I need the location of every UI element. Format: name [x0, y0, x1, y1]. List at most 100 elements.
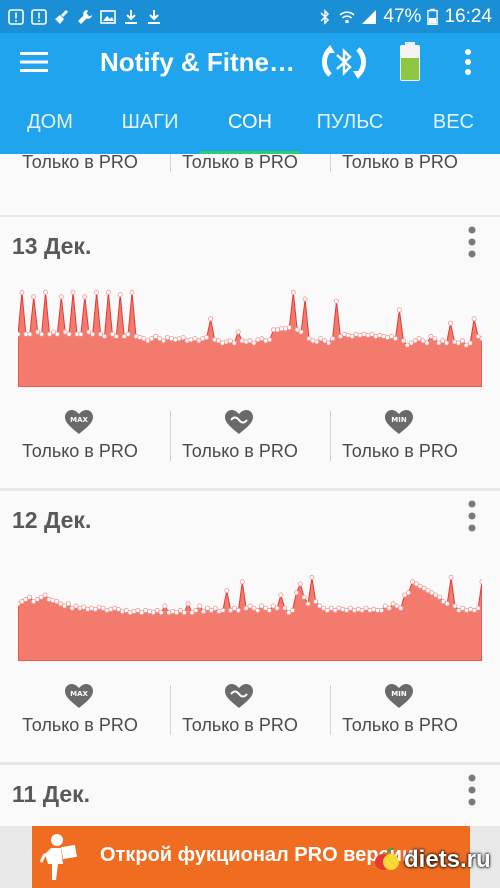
tab-heart-rate[interactable]: ПУЛЬС	[300, 91, 400, 154]
stat-min: MIN Только в PRO	[320, 677, 480, 753]
chart-point	[117, 292, 123, 298]
chart-point	[102, 333, 108, 339]
chart-point	[243, 605, 249, 611]
chart-point	[42, 592, 48, 598]
menu-button[interactable]	[0, 33, 68, 91]
signal-icon	[362, 9, 377, 24]
chart-point	[420, 338, 426, 344]
chart-point	[149, 336, 155, 342]
notification-alert-icon	[8, 8, 24, 25]
chart-point	[177, 607, 183, 613]
chart-point	[475, 333, 481, 339]
chart-area	[18, 577, 482, 661]
chart-point	[317, 603, 323, 609]
chart-point	[282, 605, 288, 611]
chart-point	[46, 331, 52, 337]
chart-point	[337, 333, 343, 339]
heart-min-text: MIN	[391, 690, 407, 698]
chart-point	[386, 605, 392, 611]
pro-only-label: Только в PRO	[22, 154, 138, 172]
chart-point	[297, 581, 303, 587]
person-carrying-box-icon	[40, 834, 77, 880]
chart-point	[18, 331, 21, 337]
card-date: 11 Дек.	[12, 781, 91, 807]
stat-max: MAX Только в PRO	[0, 403, 160, 479]
tab-steps[interactable]: ШАГИ	[100, 91, 200, 154]
bluetooth-sync-button[interactable]	[318, 41, 370, 83]
chart-point	[94, 289, 100, 295]
chart-point	[479, 336, 482, 342]
chart-point	[471, 316, 477, 322]
heart-min-text: MIN	[391, 416, 407, 424]
day-card: 13 Дек. MAX Только в PRO Только в PRO MI…	[0, 217, 500, 488]
chart-point	[78, 331, 84, 337]
download-icon	[148, 9, 160, 24]
chart-point	[189, 610, 195, 616]
chart-point	[153, 333, 159, 339]
card-more-icon[interactable]	[463, 499, 481, 533]
chart-point	[330, 336, 336, 342]
chart-point	[193, 607, 199, 613]
chart-point	[196, 338, 202, 344]
chart-point	[416, 336, 422, 342]
stat-max: Только в PRO	[0, 154, 160, 190]
pro-only-label: Только в PRO	[22, 715, 138, 735]
chart-point	[433, 592, 439, 598]
chart-point	[208, 316, 214, 322]
chart-point	[113, 333, 119, 339]
chart-point	[259, 336, 265, 342]
overflow-menu-icon[interactable]	[458, 47, 478, 77]
watermark-text: diets.ru	[404, 846, 491, 873]
chart-point	[19, 289, 25, 295]
chart-point	[405, 590, 411, 596]
pro-only-label: Только в PRO	[342, 154, 458, 172]
chart-point	[212, 605, 218, 611]
chart-point	[247, 603, 253, 609]
chart-point	[424, 340, 430, 346]
stat-min: Только в PRO	[320, 154, 480, 190]
card-date: 13 Дек.	[12, 233, 92, 259]
chart-point	[227, 338, 233, 344]
tab-sleep[interactable]: СОН	[200, 91, 300, 154]
stat-avg: Только в PRO	[160, 403, 320, 479]
card-more-icon[interactable]	[463, 225, 481, 259]
chart-point	[306, 336, 312, 342]
card-more-icon[interactable]	[463, 773, 481, 807]
app-bar: Notify & Fitne…	[0, 33, 500, 91]
chart-point	[432, 336, 438, 342]
tab-home[interactable]: ДОМ	[0, 91, 100, 154]
chart-point	[289, 607, 295, 613]
chart-point	[157, 336, 163, 342]
chart-point	[255, 607, 261, 613]
chart-point	[463, 342, 469, 348]
wifi-icon	[339, 10, 355, 23]
chart-point	[105, 289, 111, 295]
chart-point	[220, 607, 226, 613]
chart-point	[479, 579, 482, 585]
chart-point	[116, 606, 122, 612]
chart-point	[23, 596, 29, 602]
chart-point	[204, 335, 210, 341]
chart-point	[400, 338, 406, 344]
chart-point	[251, 340, 257, 346]
battery-icon	[427, 8, 439, 25]
chart-point	[440, 599, 446, 605]
notification-alert-icon	[31, 8, 47, 25]
sleep-list[interactable]: Только в PRO Только в PRO Только в PRO 1…	[0, 154, 500, 826]
stat-avg: Только в PRO	[160, 154, 320, 190]
chart-point	[62, 329, 68, 335]
chart-point	[328, 605, 334, 611]
chart-point	[314, 339, 320, 345]
chart-point	[141, 336, 147, 342]
chart-point	[201, 609, 207, 615]
chart-point	[176, 336, 182, 342]
chart-point	[50, 329, 56, 335]
chart-point	[369, 331, 375, 337]
chart-point	[98, 331, 104, 337]
chart-point	[150, 610, 156, 616]
chart-point	[436, 594, 442, 600]
chart-point	[290, 289, 296, 295]
tab-weight[interactable]: ВЕС	[400, 91, 500, 154]
chart-point	[154, 607, 160, 613]
chart-point	[456, 607, 462, 613]
